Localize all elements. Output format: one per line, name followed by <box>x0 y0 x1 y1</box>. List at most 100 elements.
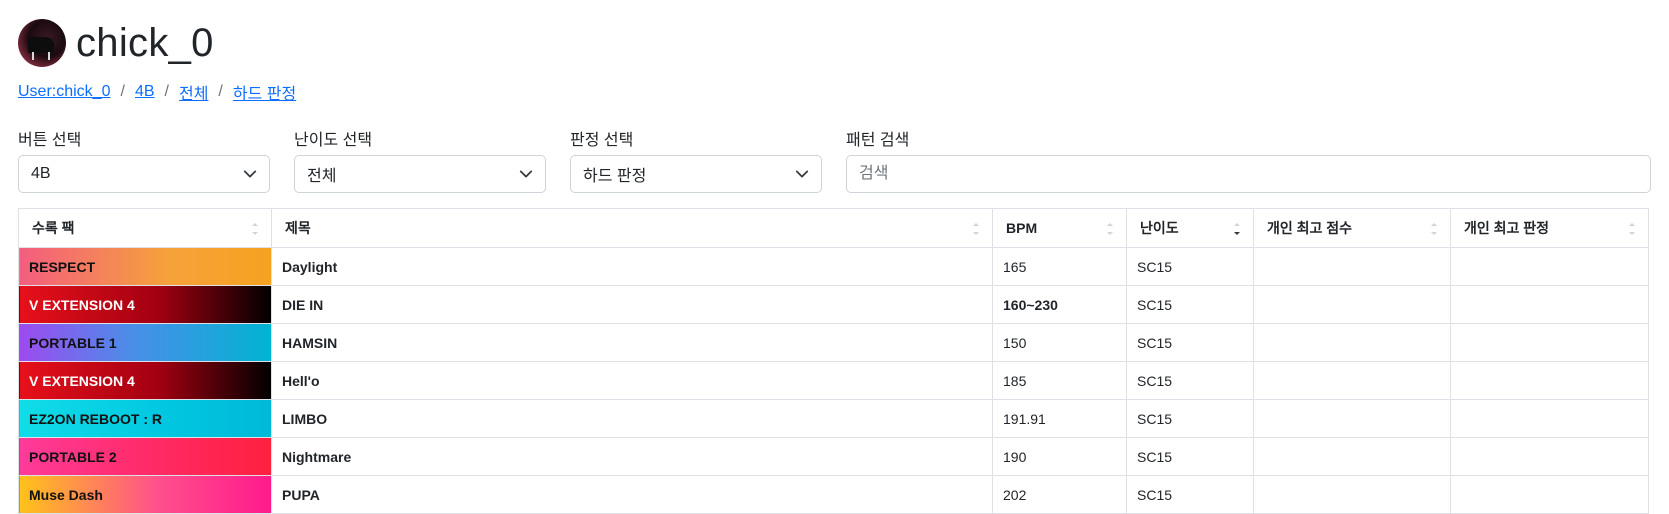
column-bpm-header[interactable]: BPM <box>992 208 1127 248</box>
column-best-judgement-label: 개인 최고 판정 <box>1464 220 1550 236</box>
search-input[interactable] <box>846 155 1651 193</box>
table-row[interactable]: PORTABLE 2 Nightmare 190 SC15 <box>18 437 1649 476</box>
judgement-select-value: 하드 판정 <box>583 168 647 185</box>
piano-icon <box>28 37 54 53</box>
best-judgement-cell <box>1450 399 1649 438</box>
judgement-filter-label: 판정 선택 <box>570 132 634 149</box>
pack-cell: PORTABLE 1 <box>18 323 272 362</box>
breadcrumb: User:chick_0 / 4B / 전체 / 하드 판정 <box>18 80 1651 104</box>
title-cell: DIE IN <box>271 285 993 324</box>
pack-cell: EZ2ON REBOOT : R <box>18 399 272 438</box>
difficulty-cell: SC15 <box>1126 247 1254 286</box>
title-cell: Hell'o <box>271 361 993 400</box>
pack-cell: RESPECT <box>18 247 272 286</box>
sort-icon <box>1234 223 1240 235</box>
chevron-down-icon <box>795 170 809 178</box>
difficulty-cell: SC15 <box>1126 323 1254 362</box>
button-select-value: 4B <box>31 165 51 182</box>
column-best-score-label: 개인 최고 점수 <box>1267 220 1353 236</box>
difficulty-cell: SC15 <box>1126 361 1254 400</box>
table-row[interactable]: RESPECT Daylight 165 SC15 <box>18 247 1649 286</box>
breadcrumb-link-user[interactable]: User:chick_0 <box>18 83 110 101</box>
button-filter-label: 버튼 선택 <box>18 132 82 149</box>
breadcrumb-separator: / <box>120 83 125 100</box>
sort-icon <box>973 223 979 235</box>
filter-bar: 버튼 선택 4B 난이도 선택 전체 판정 선택 하드 판정 패턴 검색 <box>18 126 1651 193</box>
bpm-cell: 190 <box>992 437 1127 476</box>
judgement-filter: 판정 선택 하드 판정 <box>570 126 822 193</box>
best-score-cell <box>1253 475 1451 514</box>
title-cell: PUPA <box>271 475 993 514</box>
breadcrumb-link-difficulty[interactable]: 전체 <box>179 80 208 104</box>
pack-cell: V EXTENSION 4 <box>18 361 272 400</box>
table-row[interactable]: PORTABLE 1 HAMSIN 150 SC15 <box>18 323 1649 362</box>
bpm-cell: 150 <box>992 323 1127 362</box>
button-filter: 버튼 선택 4B <box>18 126 270 193</box>
column-title-header[interactable]: 제목 <box>271 208 993 248</box>
best-score-cell <box>1253 437 1451 476</box>
column-title-label: 제목 <box>285 220 311 236</box>
bpm-cell: 160~230 <box>992 285 1127 324</box>
bpm-cell: 191.91 <box>992 399 1127 438</box>
difficulty-select-value: 전체 <box>307 168 337 185</box>
column-pack-header[interactable]: 수록 팩 <box>18 208 272 248</box>
best-score-cell <box>1253 247 1451 286</box>
column-bpm-label: BPM <box>1006 220 1038 236</box>
column-difficulty-header[interactable]: 난이도 <box>1126 208 1254 248</box>
difficulty-cell: SC15 <box>1126 437 1254 476</box>
table-row[interactable]: Muse Dash PUPA 202 SC15 <box>18 475 1649 514</box>
difficulty-cell: SC15 <box>1126 475 1254 514</box>
column-best-judgement-header[interactable]: 개인 최고 판정 <box>1450 208 1649 248</box>
best-judgement-cell <box>1450 285 1649 324</box>
pattern-search: 패턴 검색 <box>846 126 1651 193</box>
breadcrumb-link-judgement[interactable]: 하드 판정 <box>233 80 296 104</box>
difficulty-cell: SC15 <box>1126 285 1254 324</box>
breadcrumb-separator: / <box>218 83 223 100</box>
avatar[interactable] <box>18 19 66 67</box>
sort-icon <box>252 223 258 235</box>
best-judgement-cell <box>1450 361 1649 400</box>
title-cell: Daylight <box>271 247 993 286</box>
best-score-cell <box>1253 285 1451 324</box>
bpm-cell: 202 <box>992 475 1127 514</box>
difficulty-select[interactable]: 전체 <box>294 155 546 193</box>
pack-cell: PORTABLE 2 <box>18 437 272 476</box>
breadcrumb-link-button[interactable]: 4B <box>135 83 155 101</box>
column-pack-label: 수록 팩 <box>32 220 75 236</box>
pattern-search-label: 패턴 검색 <box>846 132 910 149</box>
pack-cell: Muse Dash <box>18 475 272 514</box>
pack-cell: V EXTENSION 4 <box>18 285 272 324</box>
best-judgement-cell <box>1450 437 1649 476</box>
bpm-cell: 185 <box>992 361 1127 400</box>
button-select[interactable]: 4B <box>18 155 270 193</box>
title-cell: Nightmare <box>271 437 993 476</box>
sort-icon <box>1629 223 1635 235</box>
best-judgement-cell <box>1450 323 1649 362</box>
difficulty-filter-label: 난이도 선택 <box>294 132 373 149</box>
chevron-down-icon <box>243 170 257 178</box>
chevron-down-icon <box>519 170 533 178</box>
best-score-cell <box>1253 361 1451 400</box>
sort-icon <box>1431 223 1437 235</box>
best-judgement-cell <box>1450 475 1649 514</box>
bpm-cell: 165 <box>992 247 1127 286</box>
sort-icon <box>1107 223 1113 235</box>
title-cell: HAMSIN <box>271 323 993 362</box>
page-header: chick_0 <box>18 18 1651 68</box>
difficulty-cell: SC15 <box>1126 399 1254 438</box>
column-difficulty-label: 난이도 <box>1140 220 1179 236</box>
table-body: RESPECT Daylight 165 SC15 V EXTENSION 4 DIE I… <box>18 247 1649 514</box>
best-score-cell <box>1253 323 1451 362</box>
best-judgement-cell <box>1450 247 1649 286</box>
table-header-row: 수록 팩 제목 BPM 난이도 개인 최고 점수 개인 최고 판정 <box>18 208 1649 248</box>
judgement-select[interactable]: 하드 판정 <box>570 155 822 193</box>
pattern-table: 수록 팩 제목 BPM 난이도 개인 최고 점수 개인 최고 판정 RESPECT Dayl… <box>18 208 1649 514</box>
table-row[interactable]: V EXTENSION 4 DIE IN 160~230 SC15 <box>18 285 1649 324</box>
best-score-cell <box>1253 399 1451 438</box>
table-row[interactable]: V EXTENSION 4 Hell'o 185 SC15 <box>18 361 1649 400</box>
difficulty-filter: 난이도 선택 전체 <box>294 126 546 193</box>
table-row[interactable]: EZ2ON REBOOT : R LIMBO 191.91 SC15 <box>18 399 1649 438</box>
column-best-score-header[interactable]: 개인 최고 점수 <box>1253 208 1451 248</box>
title-cell: LIMBO <box>271 399 993 438</box>
page-title: chick_0 <box>76 20 214 65</box>
